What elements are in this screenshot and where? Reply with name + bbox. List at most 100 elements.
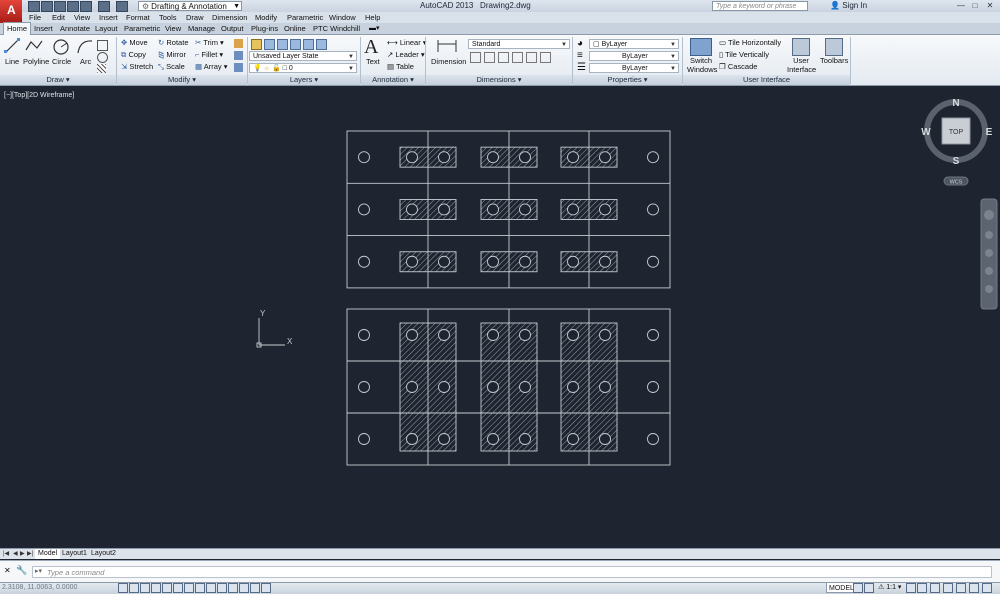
compass-north[interactable]: N — [952, 98, 959, 109]
lineweight-combo[interactable]: ByLayer ▼ — [589, 51, 679, 61]
tab-parametric[interactable]: Parametric — [121, 23, 163, 34]
lineweight-icon[interactable]: ≡ — [577, 50, 583, 61]
tab-plug-ins[interactable]: Plug-ins — [248, 23, 281, 34]
color-wheel-icon[interactable]: ◕ — [577, 38, 583, 49]
panel-title-annotation[interactable]: Annotation ▾ — [361, 75, 425, 85]
hardware-acceleration-icon[interactable] — [956, 583, 966, 593]
maximize-button[interactable]: □ — [968, 0, 982, 11]
rectangle-icon[interactable] — [97, 40, 108, 51]
ortho-mode-icon[interactable] — [151, 583, 161, 593]
first-tab-icon[interactable]: |◀ — [3, 549, 9, 559]
erase-icon[interactable] — [234, 39, 243, 48]
quick-properties-icon[interactable] — [250, 583, 260, 593]
dimension-tool-icon[interactable] — [540, 52, 551, 63]
command-input[interactable]: Type a command — [32, 566, 992, 578]
plot-icon[interactable] — [80, 1, 92, 12]
dimension-tool-icon[interactable] — [498, 52, 509, 63]
menu-format[interactable]: Format — [126, 12, 150, 23]
menu-help[interactable]: Help — [365, 12, 380, 23]
menu-view[interactable]: View — [74, 12, 90, 23]
arc-icon[interactable] — [76, 38, 94, 56]
auto-scale-icon[interactable] — [917, 583, 927, 593]
close-button[interactable]: ✕ — [983, 0, 997, 11]
compass-south[interactable]: S — [953, 156, 960, 167]
object-snap-tracking-icon[interactable] — [195, 583, 205, 593]
tab-annotate[interactable]: Annotate — [57, 23, 93, 34]
transparency-icon[interactable] — [239, 583, 249, 593]
lineweight-toggle-icon[interactable] — [228, 583, 238, 593]
copy-button[interactable]: ⧉ Copy — [121, 50, 146, 60]
leader-button[interactable]: ↗ Leader ▾ — [387, 50, 425, 60]
menu-parametric[interactable]: Parametric — [287, 12, 323, 23]
panel-title-dimensions[interactable]: Dimensions ▾ — [426, 75, 572, 85]
linear-button[interactable]: ⟷ Linear ▾ — [387, 38, 427, 48]
ellipse-icon[interactable] — [97, 52, 108, 63]
dimension-icon[interactable] — [436, 38, 458, 54]
linetype-combo[interactable]: ByLayer ▼ — [589, 63, 679, 73]
line-icon[interactable] — [4, 38, 20, 54]
text-icon[interactable]: A — [364, 36, 378, 59]
navigation-bar[interactable] — [980, 198, 998, 310]
dimension-tool-icon[interactable] — [526, 52, 537, 63]
fillet-button[interactable]: ⌐ Fillet ▾ — [195, 50, 223, 60]
trim-button[interactable]: ✂ Trim ▾ — [195, 38, 224, 48]
explode-icon[interactable] — [234, 51, 243, 60]
pan-icon[interactable] — [985, 231, 993, 239]
new-icon[interactable] — [28, 1, 40, 12]
layer-icon[interactable] — [303, 39, 314, 50]
menu-modify[interactable]: Modify — [255, 12, 277, 23]
tile-vertically-button[interactable]: ▯ Tile Vertically — [719, 50, 769, 60]
menu-insert[interactable]: Insert — [99, 12, 118, 23]
panel-title-properties[interactable]: Properties ▾ — [573, 75, 682, 85]
panel-title-layers[interactable]: Layers ▾ — [248, 75, 360, 85]
dynamic-input-icon[interactable] — [217, 583, 227, 593]
minimize-button[interactable]: — — [954, 0, 968, 11]
compass-west[interactable]: W — [921, 127, 931, 138]
sign-in-button[interactable]: 👤 Sign In — [830, 0, 867, 12]
move-button[interactable]: ✥ Move — [121, 38, 148, 48]
dimension-tool-icon[interactable] — [484, 52, 495, 63]
drawing-canvas[interactable]: TOP N S E W WCS Y X — [0, 86, 1000, 548]
next-tab-icon[interactable]: ▶ — [20, 549, 25, 559]
quick-view-drawings-icon[interactable] — [864, 583, 874, 593]
menu-edit[interactable]: Edit — [52, 12, 65, 23]
toolbars-icon[interactable] — [825, 38, 843, 56]
infer-constraints-icon[interactable] — [118, 583, 128, 593]
object-snap-icon[interactable] — [173, 583, 183, 593]
grid-display-icon[interactable] — [140, 583, 150, 593]
wrench-icon[interactable]: 🔧 — [16, 565, 27, 576]
save-as-icon[interactable] — [67, 1, 79, 12]
application-menu-button[interactable]: A — [0, 0, 22, 24]
tab-online[interactable]: Online — [281, 23, 309, 34]
zoom-icon[interactable] — [985, 249, 993, 257]
workspace-combo[interactable]: ⚙ Drafting & Annotation ▼ — [138, 1, 242, 11]
tab-model[interactable]: Model — [35, 549, 61, 559]
layer-state-combo[interactable]: Unsaved Layer State ▼ — [249, 51, 357, 61]
offset-icon[interactable] — [234, 63, 243, 72]
showmotion-icon[interactable] — [985, 285, 993, 293]
tab-home[interactable]: Home — [3, 22, 32, 35]
steering-wheel-icon[interactable] — [984, 210, 994, 220]
tab-layout1[interactable]: Layout1 — [59, 549, 90, 559]
panel-title-user-interface[interactable]: User Interface — [683, 75, 850, 85]
ribbon-options-icon[interactable]: ▬▾ — [366, 23, 383, 34]
tile-horizontally-button[interactable]: ▭ Tile Horizontally — [719, 38, 781, 48]
menu-dimension[interactable]: Dimension — [212, 12, 247, 23]
tab-insert[interactable]: Insert — [31, 23, 56, 34]
layer-properties-icon[interactable] — [251, 39, 262, 50]
prev-tab-icon[interactable]: ◀ — [13, 549, 18, 559]
panel-title-modify[interactable]: Modify ▾ — [117, 75, 247, 85]
workspace-switching-icon[interactable] — [930, 583, 940, 593]
clean-screen-icon[interactable] — [982, 583, 992, 593]
menu-draw[interactable]: Draw — [186, 12, 204, 23]
layer-icon[interactable] — [277, 39, 288, 50]
tab-output[interactable]: Output — [218, 23, 247, 34]
menu-tools[interactable]: Tools — [159, 12, 177, 23]
tab-layout2[interactable]: Layout2 — [88, 549, 119, 559]
close-icon[interactable]: ✕ — [4, 566, 11, 575]
3d-object-snap-icon[interactable] — [184, 583, 194, 593]
scale-button[interactable]: ⤡ Scale — [158, 62, 185, 72]
polyline-icon[interactable] — [25, 38, 43, 54]
tab-ptc-windchill[interactable]: PTC Windchill — [310, 23, 363, 34]
snap-mode-icon[interactable] — [129, 583, 139, 593]
